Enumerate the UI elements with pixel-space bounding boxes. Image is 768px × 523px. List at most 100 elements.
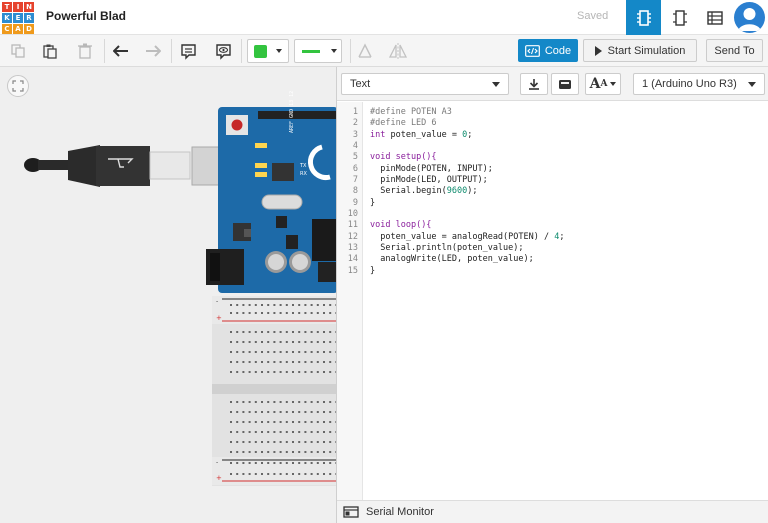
top-header: TIN KER CAD Powerful Blad Saved xyxy=(0,0,768,35)
code-line[interactable]: analogWrite(LED, poten_value); xyxy=(370,254,564,265)
toggle-notes-button[interactable] xyxy=(212,40,234,62)
code-line[interactable]: pinMode(POTEN, INPUT); xyxy=(370,164,564,175)
monitor-icon xyxy=(343,506,359,518)
schematic-view-button[interactable] xyxy=(662,0,697,35)
copy-button[interactable] xyxy=(7,40,29,62)
code-line[interactable]: #define POTEN A3 xyxy=(370,107,564,118)
code-line[interactable]: } xyxy=(370,198,564,209)
project-title[interactable]: Powerful Blad xyxy=(46,9,126,23)
tinkercad-logo[interactable]: TIN KER CAD xyxy=(2,2,34,34)
send-to-button[interactable]: Send To xyxy=(706,39,763,62)
code-line[interactable]: Serial.begin(9600); xyxy=(370,186,564,197)
code-token: 9600 xyxy=(446,186,468,197)
line-number: 9 xyxy=(352,197,358,208)
logo-letter: E xyxy=(13,13,23,23)
user-avatar[interactable] xyxy=(734,2,765,33)
code-editor[interactable]: 1 2 3 4 5 6 7 8 9 10 11 12 13 14 15 #define POTEN A3 #d… xyxy=(337,102,768,500)
usb-cable[interactable] xyxy=(24,145,223,187)
code-line[interactable]: #define LED 6 xyxy=(370,118,564,129)
circuit-view-button[interactable] xyxy=(626,0,661,35)
svg-text:+: + xyxy=(216,314,222,322)
font-size-small-a: A xyxy=(600,79,608,89)
logo-letter: A xyxy=(13,24,23,34)
code-token: ; xyxy=(559,231,565,242)
download-code-button[interactable] xyxy=(520,73,548,95)
svg-text:AREF GND 13 12: AREF GND 13 12 xyxy=(289,91,295,133)
libraries-button[interactable] xyxy=(551,73,579,95)
code-mode-value: Text xyxy=(350,78,371,90)
code-line[interactable] xyxy=(370,141,564,152)
logo-letter: T xyxy=(2,2,12,12)
paste-button[interactable] xyxy=(39,40,61,62)
code-line[interactable]: int poten_value = 0; xyxy=(370,130,564,141)
code-token: #define LED 6 xyxy=(370,118,437,129)
schematic-icon xyxy=(672,9,687,26)
line-number: 1 xyxy=(352,107,358,117)
circuit-canvas[interactable]: AREF GND 13 12 TX RX - + - + xyxy=(0,67,336,523)
code-button[interactable]: Code xyxy=(518,39,578,62)
note-icon xyxy=(180,43,196,60)
play-icon xyxy=(594,45,602,56)
line-number: 3 xyxy=(352,129,358,140)
line-number: 12 xyxy=(347,231,358,242)
font-size-label: A xyxy=(589,76,601,92)
code-token: pinMode(POTEN, INPUT); xyxy=(370,163,493,174)
flip-button[interactable] xyxy=(387,40,409,62)
start-simulation-button[interactable]: Start Simulation xyxy=(583,39,697,62)
redo-button[interactable] xyxy=(142,40,164,62)
line-number: 6 xyxy=(352,163,358,174)
code-token: ; xyxy=(467,129,473,140)
code-line[interactable]: } xyxy=(370,266,564,277)
code-line[interactable]: poten_value = analogRead(POTEN) / 4; xyxy=(370,232,564,243)
redo-icon xyxy=(146,45,161,57)
code-text[interactable]: #define POTEN A3 #define LED 6 int poten_v… xyxy=(363,102,564,500)
breadboard[interactable]: - + - + xyxy=(212,296,336,486)
toolbar-divider xyxy=(104,39,105,63)
serial-monitor-toggle[interactable]: Serial Monitor xyxy=(337,500,768,523)
code-line[interactable]: pinMode(LED, OUTPUT); xyxy=(370,175,564,186)
logo-letter: I xyxy=(13,2,23,12)
rotate-button[interactable] xyxy=(354,40,376,62)
line-number: 15 xyxy=(347,265,358,276)
code-line[interactable] xyxy=(370,209,564,220)
code-token: poten_value = analogRead(POTEN) / xyxy=(370,231,555,242)
table-icon xyxy=(706,10,723,25)
code-mode-select[interactable]: Text xyxy=(341,73,509,95)
undo-button[interactable] xyxy=(110,40,132,62)
line-number: 14 xyxy=(347,254,358,265)
library-icon xyxy=(559,79,571,89)
code-token: ); xyxy=(467,186,478,197)
board-select-value: 1 (Arduino Uno R3) xyxy=(642,78,737,90)
code-line[interactable]: Serial.println(poten_value); xyxy=(370,243,564,254)
delete-button[interactable] xyxy=(74,40,96,62)
font-size-button[interactable]: A A xyxy=(585,73,621,95)
component-list-button[interactable] xyxy=(697,0,732,35)
code-line[interactable]: void setup(){ xyxy=(370,152,564,163)
code-button-label: Code xyxy=(544,44,572,57)
code-token: analogWrite(LED, poten_value); xyxy=(370,254,534,265)
code-token: setup(){ xyxy=(390,152,437,163)
svg-text:TX: TX xyxy=(299,163,307,169)
arduino-uno-board[interactable]: AREF GND 13 12 TX RX xyxy=(206,91,336,293)
line-number: 10 xyxy=(347,209,358,220)
line-number: 8 xyxy=(352,186,358,197)
eye-note-icon xyxy=(215,43,231,60)
board-select[interactable]: 1 (Arduino Uno R3) xyxy=(633,73,765,95)
line-number: 11 xyxy=(347,220,358,231)
send-to-label: Send To xyxy=(714,44,755,57)
code-editor-panel: Text A A 1 (Arduino Uno R3) 1 2 3 4 5 6 7 8 9 10 1… xyxy=(336,67,768,523)
wire-color-picker[interactable] xyxy=(294,39,342,63)
logo-letter: N xyxy=(24,2,34,12)
undo-icon xyxy=(113,45,128,57)
code-token: } xyxy=(370,265,376,276)
notes-button[interactable] xyxy=(177,40,199,62)
fill-color-picker[interactable] xyxy=(247,39,289,63)
logo-letter: K xyxy=(2,13,12,23)
wire-color-swatch xyxy=(302,49,320,53)
logo-letter: D xyxy=(24,24,34,34)
code-line[interactable]: void loop(){ xyxy=(370,220,564,231)
chip-icon xyxy=(636,9,651,26)
editor-toolbar: Code Start Simulation Send To xyxy=(0,35,768,67)
code-token: void xyxy=(370,220,391,231)
serial-monitor-label: Serial Monitor xyxy=(366,506,434,518)
